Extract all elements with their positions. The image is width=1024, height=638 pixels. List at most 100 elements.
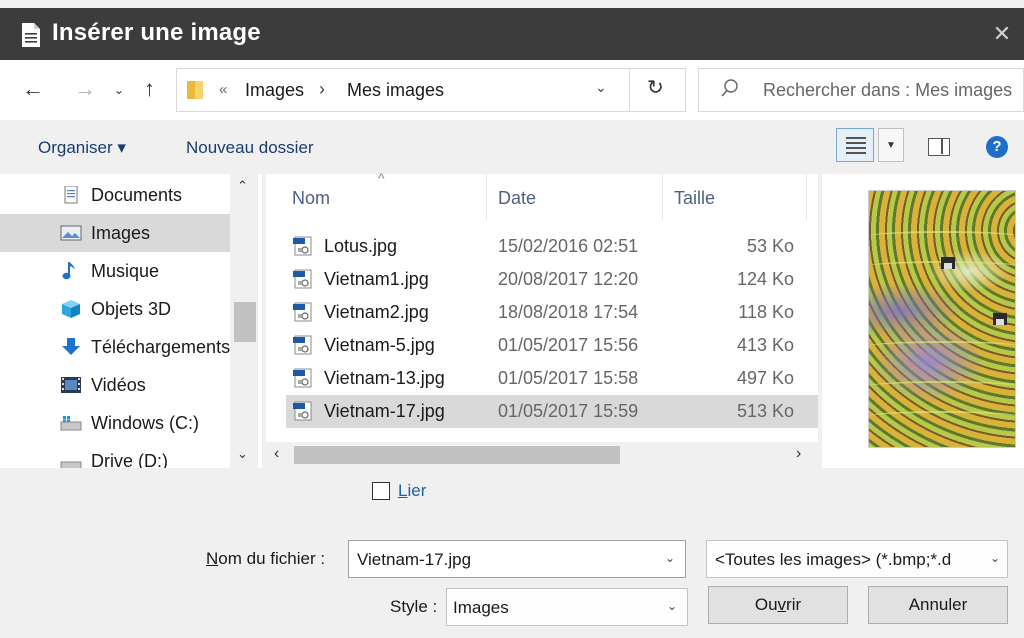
open-button[interactable]: Ouvrir xyxy=(708,586,848,624)
image-file-icon xyxy=(293,401,312,421)
video-icon xyxy=(61,377,81,393)
file-name: Vietnam-13.jpg xyxy=(324,368,445,388)
open-label-pre: Ou xyxy=(754,595,778,614)
cube-3d-icon xyxy=(62,300,80,318)
forward-button[interactable]: → xyxy=(74,76,96,102)
open-label-accel: v xyxy=(777,595,787,614)
sidebar-item-label: Drive (D:) xyxy=(91,451,168,468)
link-checkbox[interactable] xyxy=(372,482,390,500)
file-date: 20/08/2017 12:20 xyxy=(498,269,639,289)
filename-value: Vietnam-17.jpg xyxy=(357,550,472,569)
file-size: 53 Ko xyxy=(746,236,794,256)
sidebar-item-drive-d[interactable]: Drive (D:) xyxy=(0,442,230,468)
sidebar-item-documents[interactable]: Documents xyxy=(0,176,230,214)
sidebar-item-label: Musique xyxy=(91,261,160,281)
help-icon[interactable]: ? xyxy=(986,136,1008,158)
back-button[interactable]: ← xyxy=(22,76,44,102)
file-name: Vietnam-5.jpg xyxy=(324,335,435,355)
chevron-down-icon[interactable]: ⌄ xyxy=(990,551,1001,565)
file-name: Vietnam-17.jpg xyxy=(324,401,445,421)
column-divider[interactable] xyxy=(662,174,663,220)
file-row[interactable]: Vietnam2.jpg 18/08/2018 17:54 118 Ko xyxy=(286,296,818,329)
up-folder-button[interactable]: ↑ xyxy=(144,76,155,102)
divider xyxy=(629,69,630,111)
scroll-left-icon[interactable]: ‹ xyxy=(274,445,279,463)
sidebar-item-windows-c[interactable]: Windows (C:) xyxy=(0,404,230,442)
recent-locations-button[interactable]: ⌄ xyxy=(114,83,124,97)
file-date: 01/05/2017 15:56 xyxy=(498,335,639,355)
sidebar-item-label: Windows (C:) xyxy=(91,413,200,433)
column-header-name[interactable]: Nom xyxy=(292,188,330,209)
file-row[interactable]: Vietnam1.jpg 20/08/2017 12:20 124 Ko xyxy=(286,263,818,296)
file-name: Vietnam2.jpg xyxy=(324,302,429,322)
music-icon xyxy=(62,262,75,280)
filename-label-accel: N xyxy=(206,549,219,568)
address-bar[interactable]: « Images › Mes images ⌄ ↻ xyxy=(176,68,686,112)
pictures-icon xyxy=(60,225,82,241)
scroll-up-icon[interactable]: ⌃ xyxy=(237,178,248,194)
column-header-date[interactable]: Date xyxy=(498,188,536,209)
search-placeholder: Rechercher dans : Mes images xyxy=(763,80,1013,100)
chevron-down-icon[interactable]: ⌄ xyxy=(667,599,677,613)
chevron-down-icon[interactable]: ⌄ xyxy=(595,79,607,96)
sidebar-item-label: Documents xyxy=(91,185,183,205)
close-button[interactable]: ✕ xyxy=(982,16,1022,52)
link-label[interactable]: Lier xyxy=(398,481,426,501)
preview-pane xyxy=(822,174,1024,468)
column-divider[interactable] xyxy=(806,174,807,220)
image-file-icon xyxy=(293,269,312,289)
file-row[interactable]: Vietnam-5.jpg 01/05/2017 15:56 413 Ko xyxy=(286,329,818,362)
title-bar: Insérer une image ✕ xyxy=(0,8,1024,60)
scroll-right-icon[interactable]: › xyxy=(796,445,801,463)
drive-icon xyxy=(60,461,82,468)
new-folder-button[interactable]: Nouveau dossier xyxy=(186,138,314,158)
chevron-right-icon[interactable]: › xyxy=(319,79,325,100)
organise-menu-button[interactable]: Organiser ▾ xyxy=(38,138,126,158)
style-value: Images xyxy=(453,598,509,617)
sidebar-scrollbar[interactable]: ⌃ ⌄ xyxy=(230,174,258,468)
sidebar-item-label: Objets 3D xyxy=(91,299,172,319)
image-file-icon xyxy=(293,302,312,322)
cancel-button[interactable]: Annuler xyxy=(868,586,1008,624)
crumb-overflow-icon[interactable]: « xyxy=(219,81,227,98)
style-select[interactable]: Images ⌄ xyxy=(446,588,688,626)
window-title: Insérer une image xyxy=(52,19,261,46)
image-file-icon xyxy=(293,236,312,256)
breadcrumb-images[interactable]: Images xyxy=(245,80,304,101)
filename-label-rest: om du fichier : xyxy=(218,549,326,568)
refresh-button[interactable]: ↻ xyxy=(647,75,664,100)
file-row[interactable]: Lotus.jpg 15/02/2016 02:51 53 Ko xyxy=(286,230,818,263)
filename-combobox[interactable]: Vietnam-17.jpg ⌄ xyxy=(348,540,686,578)
sidebar-item-videos[interactable]: Vidéos xyxy=(0,366,230,404)
sidebar-item-telechargements[interactable]: Téléchargements xyxy=(0,328,230,366)
file-list: ^ Nom Date Taille Lotus.jpg 15/02/2016 02… xyxy=(266,170,818,468)
file-size: 497 Ko xyxy=(736,368,794,388)
file-row[interactable]: Vietnam-17.jpg 01/05/2017 15:59 513 Ko xyxy=(286,395,818,428)
search-input[interactable]: Rechercher dans : Mes images xyxy=(698,68,1024,112)
view-options-dropdown[interactable]: ▼ xyxy=(878,128,904,162)
file-size: 413 Ko xyxy=(736,335,794,355)
document-icon xyxy=(22,23,40,47)
breadcrumb-mes-images[interactable]: Mes images xyxy=(347,80,444,101)
file-row[interactable]: Vietnam-13.jpg 01/05/2017 15:58 497 Ko xyxy=(286,362,818,395)
column-header-size[interactable]: Taille xyxy=(674,188,715,209)
open-label-post: rir xyxy=(786,595,802,614)
style-label: Style : xyxy=(390,597,438,616)
filename-label: Nom du fichier : xyxy=(206,549,325,569)
preview-pane-icon[interactable] xyxy=(928,138,950,156)
chevron-down-icon[interactable]: ⌄ xyxy=(665,551,675,565)
navigation-bar: ← → ⌄ ↑ « Images › Mes images ⌄ ↻ Recher… xyxy=(0,60,1024,120)
sidebar-item-musique[interactable]: Musique xyxy=(0,252,230,290)
sidebar-item-images[interactable]: Images xyxy=(0,214,230,252)
horizontal-scrollbar[interactable]: ‹ › xyxy=(266,442,818,468)
sidebar-item-objets-3d[interactable]: Objets 3D xyxy=(0,290,230,328)
scrollbar-thumb[interactable] xyxy=(234,302,256,342)
document-icon xyxy=(64,186,78,204)
column-divider[interactable] xyxy=(486,174,487,220)
scrollbar-thumb[interactable] xyxy=(294,446,620,464)
details-view-icon[interactable] xyxy=(836,128,874,162)
scroll-down-icon[interactable]: ⌄ xyxy=(237,446,248,462)
file-type-filter-select[interactable]: <Toutes les images> (*.bmp;*.d ⌄ xyxy=(706,540,1008,578)
file-type-filter-value: <Toutes les images> (*.bmp;*.d xyxy=(715,550,952,569)
download-icon xyxy=(62,338,80,355)
